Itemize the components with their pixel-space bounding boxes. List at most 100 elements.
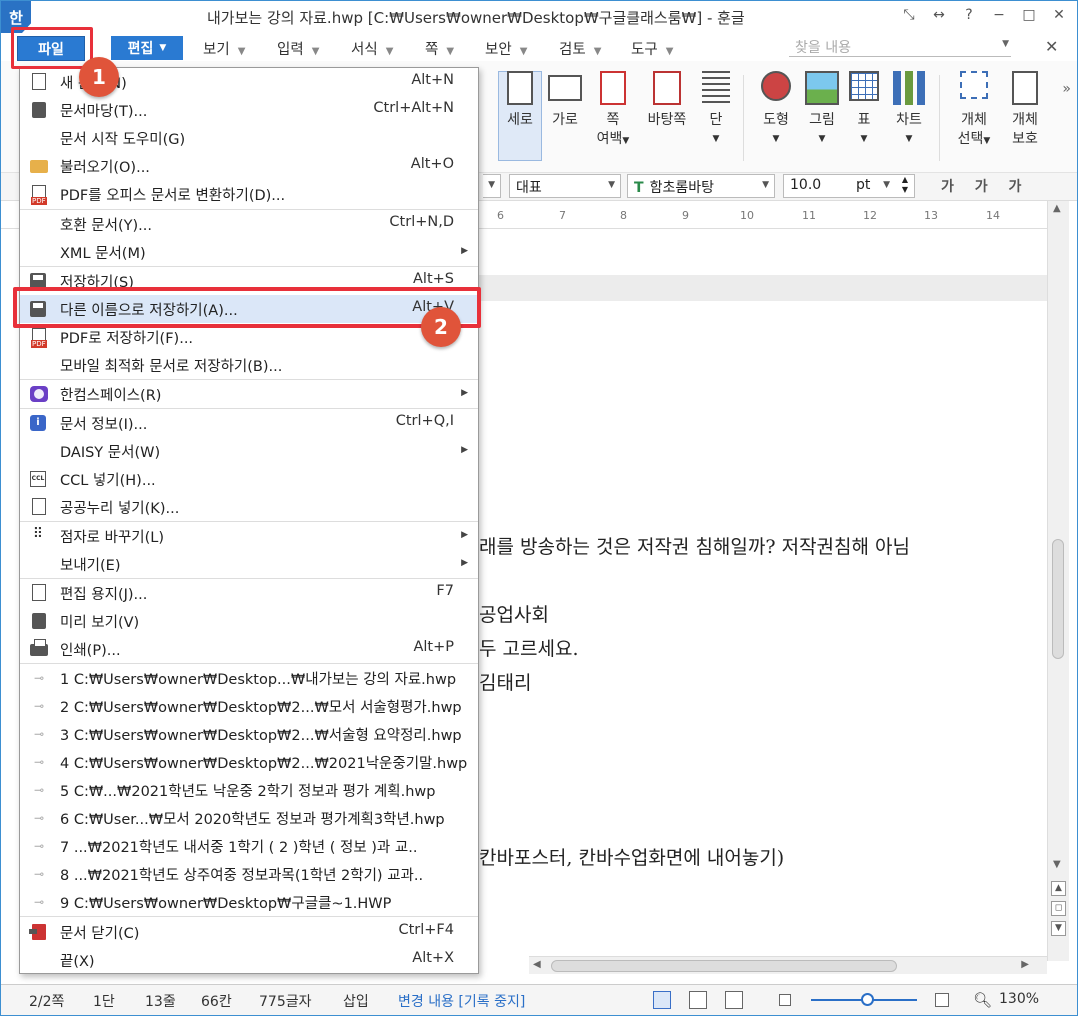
pin-icon[interactable]: ⊸: [30, 697, 48, 715]
menu-item-label: PDF를 오피스 문서로 변환하기(D)...: [60, 188, 286, 204]
horizontal-scrollbar[interactable]: ◀ ▶: [529, 956, 1047, 974]
status-track-changes[interactable]: 변경 내용 [기록 중지]: [398, 991, 525, 1011]
close-icon[interactable]: ✕: [1045, 37, 1058, 56]
scroll-thumb[interactable]: [1052, 539, 1064, 659]
pin-icon[interactable]: ⊸: [30, 725, 48, 743]
font-size-input[interactable]: 10.0 pt ▼ ▲ ▼: [783, 174, 915, 198]
layout-icon[interactable]: ↔: [931, 7, 947, 23]
close-button[interactable]: ✕: [1051, 7, 1067, 23]
menu-edit[interactable]: 편집 ▼: [111, 36, 183, 60]
chart-button[interactable]: 차트 ▼: [889, 71, 929, 149]
zoom-slider-handle[interactable]: [861, 993, 874, 1006]
menu-kogl[interactable]: 공공누리 넣기(K)...: [20, 493, 478, 521]
pin-icon[interactable]: ⊸: [30, 865, 48, 883]
menu-tools[interactable]: 도구 ▼: [631, 38, 673, 59]
picture-button[interactable]: 그림 ▼: [803, 71, 841, 149]
pin-icon[interactable]: ⊸: [30, 753, 48, 771]
menu-open[interactable]: 불러오기(O)... Alt+O: [20, 152, 478, 180]
scroll-left-icon[interactable]: ◀: [533, 959, 541, 970]
menu-view[interactable]: 보기 ▼: [203, 38, 245, 59]
menu-xml-doc[interactable]: XML 문서(M) ▶: [20, 238, 478, 266]
menu-send[interactable]: 보내기(E) ▶: [20, 550, 478, 578]
menu-recent-7[interactable]: ⊸ 7 ...₩2021학년도 내서중 1학기 ( 2 )학년 ( 정보 )과 교…: [20, 832, 478, 860]
spinner-icon[interactable]: ▲ ▼: [902, 175, 908, 195]
menu-recent-8[interactable]: ⊸ 8 ...₩2021학년도 상주여중 정보과목(1학년 2학기) 교과..: [20, 860, 478, 888]
view-page-icon[interactable]: [653, 991, 671, 1009]
menu-recent-9[interactable]: ⊸ 9 C:₩Users₩owner₩Desktop₩구글클~1.HWP: [20, 888, 478, 916]
menu-pdf-convert[interactable]: PDF를 오피스 문서로 변환하기(D)...: [20, 180, 478, 208]
pin-icon[interactable]: ⊸: [30, 809, 48, 827]
status-mode[interactable]: 삽입: [343, 991, 369, 1011]
page-icon[interactable]: ◻: [1051, 901, 1066, 916]
view-width-icon[interactable]: [689, 991, 707, 1009]
portrait-button[interactable]: 세로: [501, 71, 539, 130]
scroll-up-icon[interactable]: ▲: [1053, 203, 1061, 214]
vertical-scrollbar[interactable]: ▲ ▼ ▲ ◻ ▼: [1047, 201, 1069, 961]
prev-page-icon[interactable]: ▲: [1051, 881, 1066, 896]
menu-doc-info[interactable]: i 문서 정보(I)... Ctrl+Q,I: [20, 409, 478, 437]
zoom-out-icon[interactable]: [779, 994, 791, 1006]
column-button[interactable]: 단 ▼: [699, 71, 733, 149]
pin-icon[interactable]: ⊸: [30, 781, 48, 799]
scroll-down-icon[interactable]: ▼: [1053, 859, 1061, 870]
chevron-down-icon[interactable]: ▼: [1002, 39, 1009, 49]
magnifier-icon[interactable]: 🔍︎: [973, 991, 992, 1009]
menu-start-helper[interactable]: 문서 시작 도우미(G): [20, 124, 478, 152]
style-dropdown-tail[interactable]: ▼: [483, 174, 501, 198]
menu-recent-1[interactable]: ⊸ 1 C:₩Users₩owner₩Desktop...₩내가보는 강의 자료.…: [20, 664, 478, 692]
pin-icon[interactable]: ⊸: [30, 669, 48, 687]
menu-recent-2[interactable]: ⊸ 2 C:₩Users₩owner₩Desktop₩2...₩모서 서술형평가.…: [20, 692, 478, 720]
scroll-thumb[interactable]: [551, 960, 897, 972]
menu-daisy[interactable]: DAISY 문서(W) ▶: [20, 437, 478, 465]
menu-recent-5[interactable]: ⊸ 5 C:₩...₩2021학년도 낙운중 2학기 정보과 평가 계획.hwp: [20, 776, 478, 804]
table-button[interactable]: 표 ▼: [847, 71, 881, 149]
document-text-line: 김태리: [479, 672, 532, 694]
menu-format[interactable]: 서식 ▼: [351, 38, 393, 59]
menu-insert[interactable]: 입력 ▼: [277, 38, 319, 59]
menu-recent-4[interactable]: ⊸ 4 C:₩Users₩owner₩Desktop₩2...₩2021낙운중기말…: [20, 748, 478, 776]
menu-close-doc[interactable]: 문서 닫기(C) Ctrl+F4: [20, 918, 478, 946]
zoom-in-icon[interactable]: [935, 993, 949, 1007]
font-size-unit: pt: [856, 177, 871, 193]
minimize-button[interactable]: −: [991, 7, 1007, 23]
menu-print[interactable]: 인쇄(P)... Alt+P: [20, 635, 478, 663]
scroll-right-icon[interactable]: ▶: [1021, 959, 1029, 970]
menu-save-mobile[interactable]: 모바일 최적화 문서로 저장하기(B)...: [20, 351, 478, 379]
font-select[interactable]: T 함초롬바탕 ▼: [627, 174, 775, 198]
landscape-button[interactable]: 가로: [546, 71, 584, 130]
fullscreen-icon[interactable]: ⤡: [901, 7, 917, 23]
object-protect-button[interactable]: 개체 보호: [1005, 71, 1045, 149]
object-select-button[interactable]: 개체 선택▼: [951, 71, 997, 151]
view-full-icon[interactable]: [725, 991, 743, 1009]
menu-review[interactable]: 검토 ▼: [559, 38, 601, 59]
status-page[interactable]: 2/2쪽: [29, 991, 64, 1011]
next-page-icon[interactable]: ▼: [1051, 921, 1066, 936]
menu-exit[interactable]: 끝(X) Alt+X: [20, 946, 478, 974]
ruler-number: 8: [620, 209, 627, 222]
help-icon[interactable]: ?: [961, 7, 977, 23]
zoom-level[interactable]: 130%: [999, 991, 1039, 1007]
pin-icon[interactable]: ⊸: [30, 837, 48, 855]
search-input[interactable]: 찾을 내용 ▼: [789, 37, 1011, 57]
menu-hancom-space[interactable]: 한컴스페이스(R) ▶: [20, 380, 478, 408]
chevron-down-icon: ▼: [818, 134, 826, 144]
menu-recent-6[interactable]: ⊸ 6 C:₩User...₩모서 2020학년도 정보과 평가계획3학년.hwp: [20, 804, 478, 832]
pin-icon[interactable]: ⊸: [30, 893, 48, 911]
text-style-buttons[interactable]: 가 가 가: [941, 176, 1029, 196]
style-select[interactable]: 대표 ▼: [509, 174, 621, 198]
menu-braille[interactable]: ⠿ 점자로 바꾸기(L) ▶: [20, 522, 478, 550]
menu-template[interactable]: 문서마당(T)... Ctrl+Alt+N: [20, 96, 478, 124]
page-margin-button[interactable]: 쪽 여백▼: [593, 71, 633, 151]
menu-page-setup[interactable]: 편집 용지(J)... F7: [20, 579, 478, 607]
menu-ccl[interactable]: CCL CCL 넣기(H)...: [20, 465, 478, 493]
menu-page[interactable]: 쪽 ▼: [425, 38, 454, 59]
menu-recent-3[interactable]: ⊸ 3 C:₩Users₩owner₩Desktop₩2...₩서술형 요약정리.…: [20, 720, 478, 748]
maximize-button[interactable]: □: [1021, 7, 1037, 23]
shape-button[interactable]: 도형 ▼: [755, 71, 797, 149]
chevron-right-icon[interactable]: »: [1062, 81, 1071, 97]
menu-compat-doc[interactable]: 호환 문서(Y)... Ctrl+N,D: [20, 210, 478, 238]
menu-item-label: 끝(X): [60, 954, 95, 970]
menu-security[interactable]: 보안 ▼: [485, 38, 527, 59]
master-page-button[interactable]: 바탕쪽: [641, 71, 693, 130]
menu-preview[interactable]: 미리 보기(V): [20, 607, 478, 635]
